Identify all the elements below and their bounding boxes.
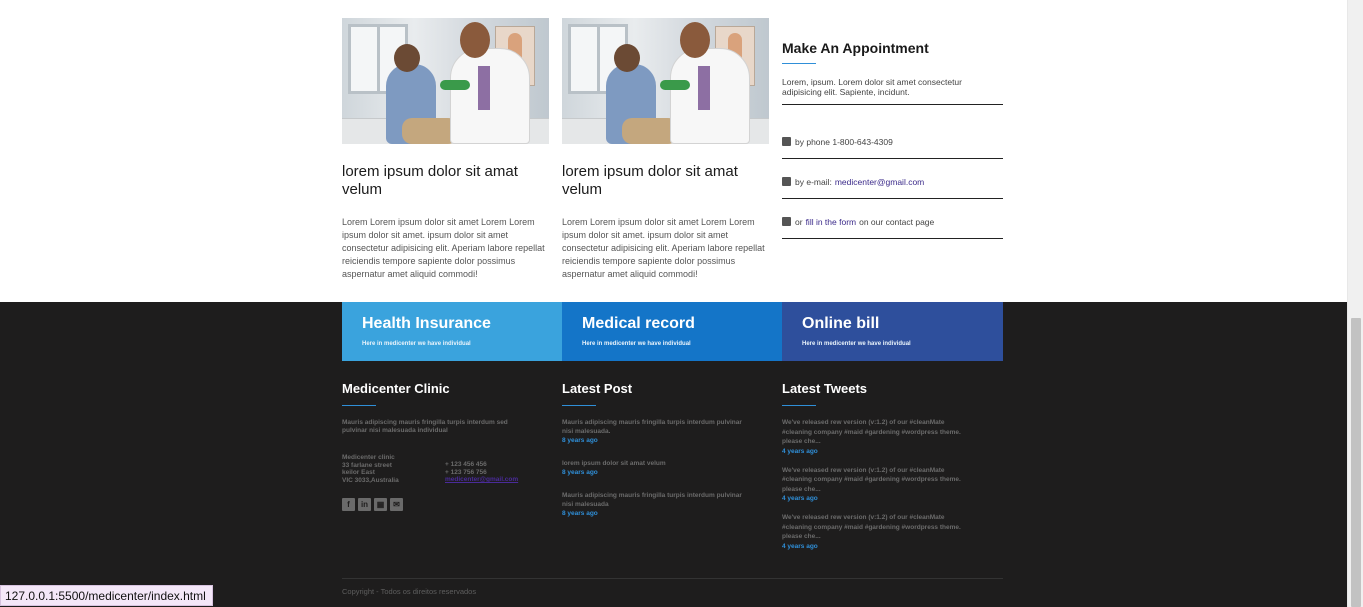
footer-latest-post: Latest Post Mauris adipiscing mauris fri… — [562, 381, 762, 518]
address-line: 33 farlane street — [342, 461, 392, 469]
post-text: lorem ipsum dolor sit amat velum — [562, 460, 666, 467]
banner-title: Online bill — [802, 315, 880, 332]
appointment-description: Lorem, ipsum. Lorem dolor sit amet conse… — [782, 77, 1003, 105]
post-text: Mauris adipiscing mauris fringilla turpi… — [562, 492, 742, 508]
card-text: Lorem Lorem ipsum dolor sit amet Lorem L… — [342, 217, 545, 279]
form-suffix: on our contact page — [859, 216, 935, 227]
appointment-title: Make An Appointment — [782, 40, 929, 56]
scrollbar-thumb[interactable] — [1351, 318, 1361, 607]
site-footer: Health Insurance Here in medicenter we h… — [0, 302, 1347, 607]
appointment-phone-row: by phone 1-800-643-4309 — [782, 119, 1003, 159]
phone-icon — [782, 137, 791, 146]
facebook-icon[interactable]: f — [342, 498, 355, 511]
post-item[interactable]: lorem ipsum dolor sit amat velum 8 years… — [562, 459, 752, 477]
banner-title: Health Insurance — [362, 315, 491, 332]
post-text: Mauris adipiscing mauris fringilla turpi… — [562, 419, 742, 435]
latest-post-title: Latest Post — [562, 381, 633, 396]
post-date: 8 years ago — [562, 510, 598, 517]
doctor-child-photo — [562, 18, 769, 144]
address-line: Medicenter clinic — [342, 454, 395, 461]
post-date: 8 years ago — [562, 437, 598, 444]
tweet-date: 4 years ago — [782, 542, 818, 550]
post-item[interactable]: Mauris adipiscing mauris fringilla turpi… — [562, 491, 752, 518]
social-links: f in ▦ ✉ — [342, 498, 542, 511]
footer-divider — [342, 578, 1003, 579]
appointment-panel: Make An Appointment Lorem, ipsum. Lorem … — [782, 40, 1003, 239]
address-line: VIC 3033,Australia — [342, 476, 399, 484]
mail-icon[interactable]: ✉ — [390, 498, 403, 511]
link-status-bar: 127.0.0.1:5500/medicenter/index.html — [0, 585, 213, 606]
banner-subtitle: Here in medicenter we have individual — [582, 341, 691, 347]
phone-number: + 123 456 456 — [445, 461, 487, 468]
clinic-phones: + 123 456 456 + 123 756 756 medicenter@g… — [445, 454, 535, 484]
tweet-item[interactable]: We've released rew version (v:1.2) of ou… — [782, 513, 972, 551]
form-prefix: or — [795, 216, 803, 227]
latest-tweets-title: Latest Tweets — [782, 381, 868, 396]
calendar-icon — [782, 217, 791, 226]
email-link[interactable]: medicenter@gmail.com — [835, 177, 924, 187]
article-card: lorem ipsum dolor sit amat velum Lorem L… — [342, 18, 549, 281]
clinic-email-link[interactable]: medicenter@gmail.com — [445, 476, 535, 484]
clinic-contact: Medicenter clinic 33 farlane street keil… — [342, 454, 542, 484]
clinic-description: Mauris adipiscing mauris fringilla turpi… — [342, 419, 508, 434]
phone-number: + 123 756 756 — [445, 468, 487, 476]
phone-text: by phone 1-800-643-4309 — [795, 136, 893, 147]
title-underline — [562, 405, 596, 406]
fill-form-link[interactable]: fill in the form — [806, 217, 857, 227]
clinic-title: Medicenter Clinic — [342, 381, 450, 396]
title-underline — [782, 405, 816, 406]
post-item[interactable]: Mauris adipiscing mauris fringilla turpi… — [562, 418, 752, 445]
banner-subtitle: Here in medicenter we have individual — [802, 341, 911, 347]
calendar-icon[interactable]: ▦ — [374, 498, 387, 511]
card-text: Lorem Lorem ipsum dolor sit amet Lorem L… — [562, 217, 765, 279]
address-line: keilor East — [342, 469, 375, 476]
copyright-text: Copyright - Todos os direitos reservados — [342, 587, 477, 596]
tweet-date: 4 years ago — [782, 447, 818, 455]
tweet-date: 4 years ago — [782, 495, 818, 502]
main-content: lorem ipsum dolor sit amat velum Lorem L… — [0, 0, 1347, 302]
tweet-text: We've released rew version (v:1.2) of ou… — [782, 419, 961, 445]
tweet-text: We've released rew version (v:1.2) of ou… — [782, 514, 961, 540]
linkedin-icon[interactable]: in — [358, 498, 371, 511]
service-banners: Health Insurance Here in medicenter we h… — [342, 302, 1003, 361]
tweet-item[interactable]: We've released rew version (v:1.2) of ou… — [782, 466, 972, 504]
banner-title: Medical record — [582, 315, 695, 332]
banner-subtitle: Here in medicenter we have individual — [362, 341, 471, 347]
footer-clinic: Medicenter Clinic Mauris adipiscing maur… — [342, 381, 542, 511]
banner-medical-record[interactable]: Medical record Here in medicenter we hav… — [562, 302, 782, 361]
title-underline — [782, 63, 816, 64]
article-card: lorem ipsum dolor sit amat velum Lorem L… — [562, 18, 769, 281]
banner-health-insurance[interactable]: Health Insurance Here in medicenter we h… — [342, 302, 562, 361]
appointment-email-row: by e-mail: medicenter@gmail.com — [782, 159, 1003, 199]
vertical-scrollbar[interactable] — [1347, 0, 1363, 607]
card-title[interactable]: lorem ipsum dolor sit amat velum — [562, 163, 762, 199]
post-date: 8 years ago — [562, 469, 598, 476]
appointment-form-row: or fill in the form on our contact page — [782, 199, 1003, 239]
doctor-child-photo — [342, 18, 549, 144]
tweet-text: We've released rew version (v:1.2) of ou… — [782, 466, 961, 493]
tweet-item[interactable]: We've released rew version (v:1.2) of ou… — [782, 418, 972, 456]
card-title[interactable]: lorem ipsum dolor sit amat velum — [342, 163, 542, 199]
banner-online-bill[interactable]: Online bill Here in medicenter we have i… — [782, 302, 1003, 361]
email-prefix: by e-mail: — [795, 176, 832, 187]
clinic-address: Medicenter clinic 33 farlane street keil… — [342, 454, 445, 484]
footer-latest-tweets: Latest Tweets We've released rew version… — [782, 381, 982, 551]
title-underline — [342, 405, 376, 406]
envelope-icon — [782, 177, 791, 186]
